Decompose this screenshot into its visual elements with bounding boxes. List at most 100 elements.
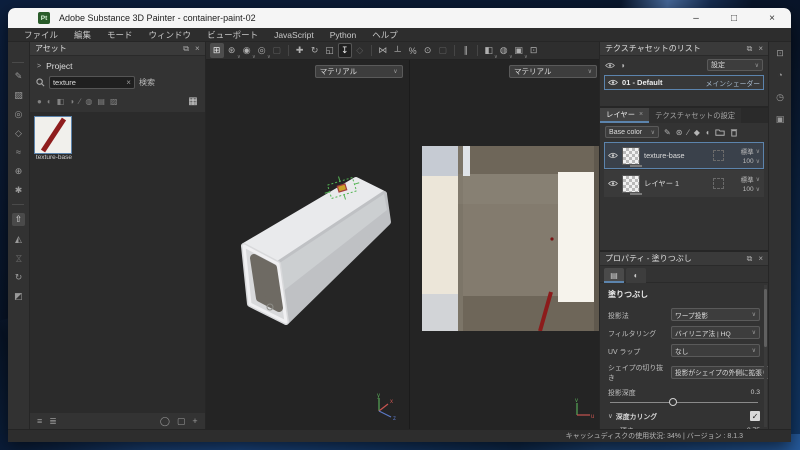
popout-icon[interactable]: ⧉ (183, 44, 189, 54)
grid-view-icon[interactable]: ▦ (188, 96, 197, 107)
opacity-dropdown[interactable]: 100∨ (743, 186, 760, 193)
new-folder-icon[interactable]: ▢ (177, 416, 186, 427)
layer-mask-slot[interactable] (713, 178, 724, 189)
list-view-icon[interactable]: ≡ (37, 416, 42, 426)
projection-depth-slider[interactable] (610, 398, 758, 407)
camera-icon[interactable]: ▣∨ (512, 43, 526, 58)
mirror-toggle-icon[interactable]: ⋈ (376, 43, 390, 58)
clone-tool-icon[interactable]: ◎∨ (255, 43, 269, 58)
asset-tile[interactable]: texture-base (34, 116, 76, 161)
import-asset-button[interactable]: + (192, 416, 197, 426)
eye-icon[interactable] (608, 180, 618, 187)
search-input[interactable] (53, 78, 124, 87)
filter-smart-masks-icon[interactable]: ◧ (57, 97, 65, 106)
detail-view-icon[interactable]: ≣ (49, 416, 57, 427)
texture-set-shader[interactable]: メインシェーダー (706, 78, 760, 88)
close-icon[interactable]: × (195, 44, 200, 53)
menu-window[interactable]: ウィンドウ (141, 29, 200, 41)
fill-layer-icon[interactable]: ◆ (694, 128, 700, 137)
scrollbar-thumb[interactable] (764, 289, 767, 347)
layer-thumbnail[interactable] (622, 147, 640, 165)
polygon-fill-tool-icon[interactable]: ◇ (12, 128, 25, 139)
projection-mode-dropdown[interactable]: ワープ投影 ∨ (671, 308, 760, 321)
menu-python[interactable]: Python (322, 30, 364, 40)
filter-materials-icon[interactable]: ● (37, 97, 42, 106)
menu-help[interactable]: ヘルプ (364, 29, 406, 41)
tangent-wrap-icon[interactable]: % (406, 43, 420, 58)
shape-crop-dropdown[interactable]: 投影がシェイプの外側に拡張 ∨ (671, 366, 768, 379)
sync-icon[interactable]: ◯ (160, 416, 170, 427)
display-settings-icon[interactable]: ◩ (12, 291, 25, 302)
collapse-caret-icon[interactable]: ∨ (608, 412, 613, 420)
menu-viewport[interactable]: ビューポート (199, 29, 266, 41)
tab-texture-set-settings[interactable]: テクスチャセットの設定 (649, 108, 741, 123)
popout-icon[interactable]: ⧉ (747, 254, 753, 264)
filter-procedurals-icon[interactable]: ▤ (97, 97, 105, 106)
apply-projection-icon[interactable]: ↧ (338, 43, 352, 58)
filter-alphas-icon[interactable]: ◍ (85, 97, 92, 106)
material-picker-icon[interactable]: ✎ (664, 128, 671, 137)
snap-toggle-icon[interactable]: ⊙ (421, 43, 435, 58)
filter-smart-materials-icon[interactable]: ◐ (47, 97, 52, 106)
shading-mode-select-3d[interactable]: マテリアル ∨ (315, 65, 403, 78)
layer-mask-slot[interactable] (713, 150, 724, 161)
container-model[interactable] (206, 60, 410, 429)
filtering-dropdown[interactable]: バイリニア法 | HQ ∨ (671, 326, 760, 339)
layer-row[interactable]: レイヤー 1 標準∨ 100∨ (604, 170, 764, 197)
pending-tasks-icon[interactable]: ⋈ (13, 254, 24, 263)
filter-textures-icon[interactable]: ▨ (110, 97, 118, 106)
menu-mode[interactable]: モード (99, 29, 141, 41)
filter-filters-icon[interactable]: ◑ (69, 97, 74, 106)
display-settings-icon[interactable]: ⊡ (774, 48, 787, 59)
layer-thumbnail[interactable] (622, 175, 640, 193)
clear-search-icon[interactable]: × (126, 78, 131, 87)
pen-icon[interactable]: ∕ (687, 128, 688, 137)
popout-icon[interactable]: ⧉ (747, 44, 753, 54)
move-tool-icon[interactable]: ✚ (293, 43, 307, 58)
rotate-tool-icon[interactable]: ↻ (308, 43, 322, 58)
menu-file[interactable]: ファイル (16, 29, 66, 41)
eraser-tool-icon[interactable]: ▨ (12, 90, 25, 101)
resources-updater-icon[interactable]: ↻ (12, 272, 25, 283)
export-textures-icon[interactable]: ⇧ (12, 213, 25, 226)
smudge-icon[interactable]: ◖ (705, 128, 710, 137)
minimize-button[interactable]: – (677, 8, 715, 28)
stamp-tool-icon[interactable]: ◉∨ (240, 43, 254, 58)
close-icon[interactable]: × (758, 44, 763, 53)
assets-project-row[interactable]: > Project (30, 56, 205, 74)
blend-mode-dropdown[interactable]: 標準∨ (741, 174, 760, 184)
particles-tool-icon[interactable]: ✱ (12, 185, 25, 196)
environment-icon[interactable]: ◍∨ (497, 43, 511, 58)
shader-settings-icon[interactable]: ◔ (774, 70, 787, 81)
viewport-3d[interactable]: マテリアル ∨ (206, 60, 410, 429)
stamp-icon[interactable]: ⊛ (676, 128, 683, 137)
eye-icon[interactable] (605, 62, 615, 69)
opacity-dropdown[interactable]: 100∨ (743, 158, 760, 165)
maximize-button[interactable]: □ (715, 8, 753, 28)
uv-wrap-dropdown[interactable]: なし ∨ (671, 344, 760, 357)
bake-mesh-maps-icon[interactable]: ◭ (12, 234, 25, 245)
layer-row[interactable]: texture-base 標準∨ 100∨ (604, 142, 764, 169)
display-mode-icon[interactable]: ◧∨ (482, 43, 496, 58)
viewport-2d[interactable]: マテリアル ∨ (410, 60, 599, 429)
quick-mask-tool-icon[interactable]: ⊛∨ (225, 43, 239, 58)
clone-stamp-tool-icon[interactable]: ⊕ (12, 166, 25, 177)
close-tab-icon[interactable]: × (639, 111, 643, 118)
renderer-icon[interactable]: ▣ (774, 114, 787, 125)
add-group-icon[interactable] (715, 128, 725, 136)
fill-properties-tab[interactable]: ▤ (604, 268, 624, 283)
scale-tool-icon[interactable]: ◱ (323, 43, 337, 58)
symmetry-toggle-icon[interactable]: ┴ (391, 43, 405, 58)
smudge-tool-icon[interactable]: ≈ (12, 147, 25, 158)
menu-edit[interactable]: 編集 (66, 29, 99, 41)
asset-thumbnail[interactable] (34, 116, 72, 154)
texture-set-settings-dropdown[interactable]: 設定 ∨ (707, 59, 763, 71)
close-button[interactable]: × (753, 8, 791, 28)
eye-icon[interactable] (608, 152, 618, 159)
solo-channel-icon[interactable]: ◑ (620, 61, 625, 70)
slider-knob[interactable] (669, 398, 677, 406)
tab-layers[interactable]: レイヤー × (600, 108, 649, 123)
material-properties-tab[interactable]: ◐ (626, 268, 646, 283)
search-field[interactable]: × (49, 76, 135, 89)
filter-brushes-icon[interactable]: ∕ (79, 97, 80, 106)
